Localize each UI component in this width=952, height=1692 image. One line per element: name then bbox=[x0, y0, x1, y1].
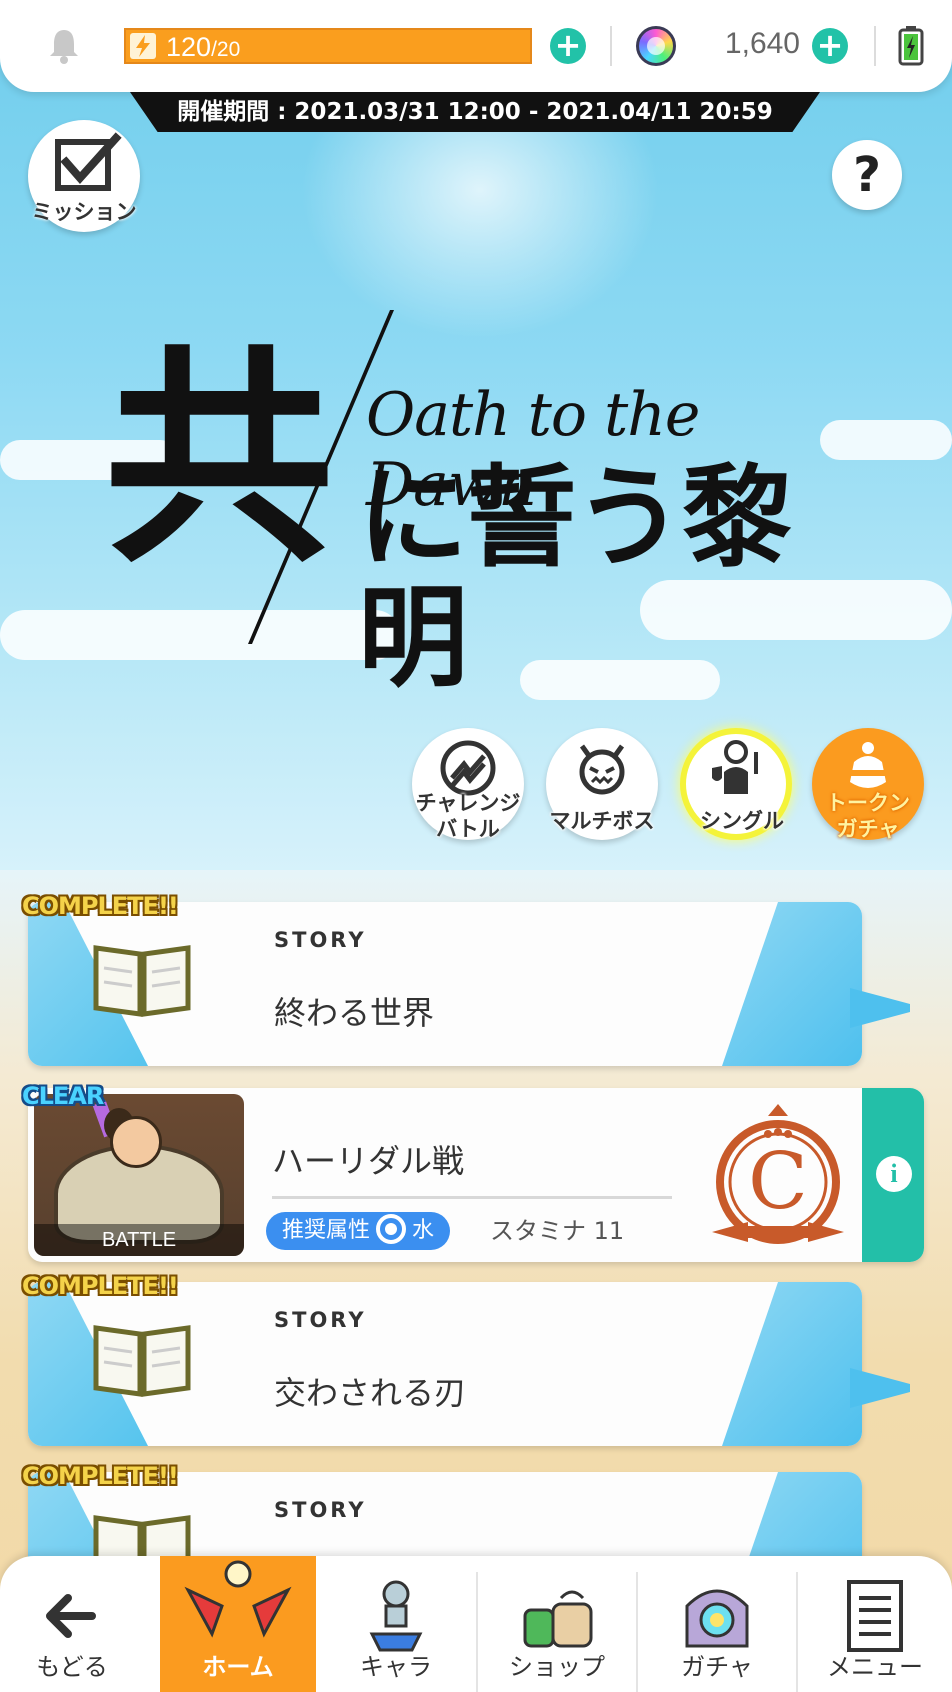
help-button[interactable]: ? bbox=[832, 140, 902, 210]
event-title-logo: 共 Oath to the Dawn に誓う黎明 bbox=[104, 304, 844, 698]
menu-list-icon bbox=[847, 1580, 903, 1652]
quest-info-button[interactable]: i bbox=[862, 1088, 924, 1262]
element-value: 水 bbox=[412, 1218, 435, 1243]
nav-back[interactable]: もどる bbox=[0, 1556, 144, 1692]
shop-bags-icon bbox=[523, 1590, 593, 1648]
story-label: STORY bbox=[274, 928, 367, 952]
complete-badge: COMPLETE!! bbox=[22, 1462, 179, 1490]
battle-label: BATTLE bbox=[34, 1224, 244, 1256]
arrow-left-icon bbox=[46, 1594, 96, 1638]
add-stamina-button[interactable]: + bbox=[550, 28, 586, 64]
divider bbox=[874, 26, 876, 66]
event-period-banner: 開催期間 : 2021.03/31 12:00 - 2021.04/11 20:… bbox=[130, 92, 820, 132]
stamina-current: 120 bbox=[166, 32, 212, 62]
mode-label-line: チャレンジ bbox=[415, 791, 521, 815]
nav-gacha[interactable]: ガチャ bbox=[638, 1556, 796, 1692]
token-bag-icon bbox=[850, 742, 886, 788]
divider bbox=[610, 26, 612, 66]
rank-c-icon: C bbox=[712, 1104, 844, 1244]
stamina-cost: スタミナ 11 bbox=[490, 1217, 625, 1245]
nav-menu[interactable]: メニュー bbox=[798, 1556, 952, 1692]
mode-label-line: マルチボス bbox=[549, 809, 655, 833]
mode-label-line: シングル bbox=[700, 809, 784, 833]
nav-label: ショップ bbox=[509, 1653, 605, 1681]
gacha-orb-icon bbox=[685, 1589, 749, 1648]
add-gem-button[interactable]: + bbox=[812, 28, 848, 64]
nav-home[interactable]: ホーム bbox=[160, 1556, 316, 1692]
stamina-value: 120/20 bbox=[166, 30, 240, 67]
challenge-battle-button[interactable]: チャレンジ バトル bbox=[412, 728, 524, 841]
home-icon bbox=[184, 1560, 292, 1638]
mode-label: シングル bbox=[672, 808, 812, 834]
story-quest-card[interactable]: STORY 終わる世界 bbox=[28, 902, 910, 1066]
open-book-icon bbox=[93, 945, 191, 1017]
card-stripe bbox=[722, 1282, 862, 1446]
complete-badge: COMPLETE!! bbox=[22, 892, 179, 920]
recommended-element-pill: 推奨属性 水 bbox=[266, 1212, 451, 1250]
single-button[interactable]: シングル bbox=[680, 728, 792, 840]
clear-badge: CLEAR bbox=[22, 1082, 104, 1110]
token-gacha-button[interactable]: トークン ガチャ bbox=[812, 728, 924, 841]
water-element-icon bbox=[376, 1214, 407, 1244]
battle-thumbnail: BATTLE bbox=[34, 1094, 244, 1256]
mode-label-line: バトル bbox=[436, 817, 500, 841]
mode-label: チャレンジ バトル bbox=[398, 790, 538, 842]
chart-trend-icon bbox=[440, 740, 496, 796]
nav-chara[interactable]: キャラ bbox=[316, 1556, 476, 1692]
bottom-navigation: もどる ホーム キャラ ショップ ガチャ メニュー bbox=[0, 1556, 952, 1692]
nav-shop[interactable]: ショップ bbox=[478, 1556, 636, 1692]
info-icon: i bbox=[876, 1156, 912, 1192]
lightning-icon bbox=[130, 33, 156, 59]
nav-label: もどる bbox=[36, 1653, 108, 1681]
logo-main-text: に誓う黎明 bbox=[358, 453, 792, 702]
single-hero-icon bbox=[712, 740, 758, 794]
story-title: 交わされる刃 bbox=[274, 1374, 467, 1412]
open-book-icon bbox=[93, 1325, 191, 1397]
story-label: STORY bbox=[274, 1308, 367, 1332]
battery-icon bbox=[898, 26, 924, 66]
mode-label-line: トークン bbox=[826, 791, 910, 815]
gem-count: 1,640 bbox=[724, 27, 800, 60]
character-statue-icon bbox=[369, 1580, 423, 1652]
stamina-max: /20 bbox=[211, 38, 241, 61]
multi-boss-button[interactable]: マルチボス bbox=[546, 728, 658, 840]
story-label: STORY bbox=[274, 1498, 367, 1522]
story-title: 終わる世界 bbox=[274, 994, 435, 1032]
rank-letter: C bbox=[748, 1137, 808, 1227]
mission-button[interactable]: ミッション bbox=[28, 120, 140, 232]
divider bbox=[272, 1196, 672, 1199]
mode-label-line: ガチャ bbox=[836, 817, 900, 841]
element-prefix: 推奨属性 bbox=[282, 1218, 371, 1243]
gem-icon bbox=[636, 26, 676, 66]
boss-head bbox=[110, 1116, 162, 1168]
nav-label: ガチャ bbox=[681, 1653, 753, 1681]
question-icon: ? bbox=[853, 147, 881, 203]
status-bar: 120/20 + 1,640 + bbox=[0, 0, 952, 92]
story-quest-card[interactable]: STORY 交わされる刃 bbox=[28, 1282, 910, 1446]
stamina-bar: 120/20 bbox=[124, 28, 532, 64]
logo-kanji: 共 bbox=[104, 324, 335, 594]
mode-label: トークン ガチャ bbox=[798, 790, 938, 842]
nav-label: メニュー bbox=[827, 1653, 923, 1681]
mission-label: ミッション bbox=[31, 200, 137, 224]
demon-face-icon bbox=[579, 744, 625, 795]
bell-icon[interactable] bbox=[44, 26, 84, 66]
battle-title: ハーリダル戦 bbox=[272, 1142, 465, 1180]
battle-quest-card[interactable]: BATTLE ハーリダル戦 推奨属性 水 スタミナ 11 C i bbox=[28, 1088, 924, 1262]
complete-badge: COMPLETE!! bbox=[22, 1272, 179, 1300]
mode-label: マルチボス bbox=[532, 808, 672, 834]
nav-label: ホーム bbox=[202, 1653, 274, 1681]
nav-label: キャラ bbox=[360, 1653, 432, 1681]
card-stripe bbox=[722, 902, 862, 1066]
